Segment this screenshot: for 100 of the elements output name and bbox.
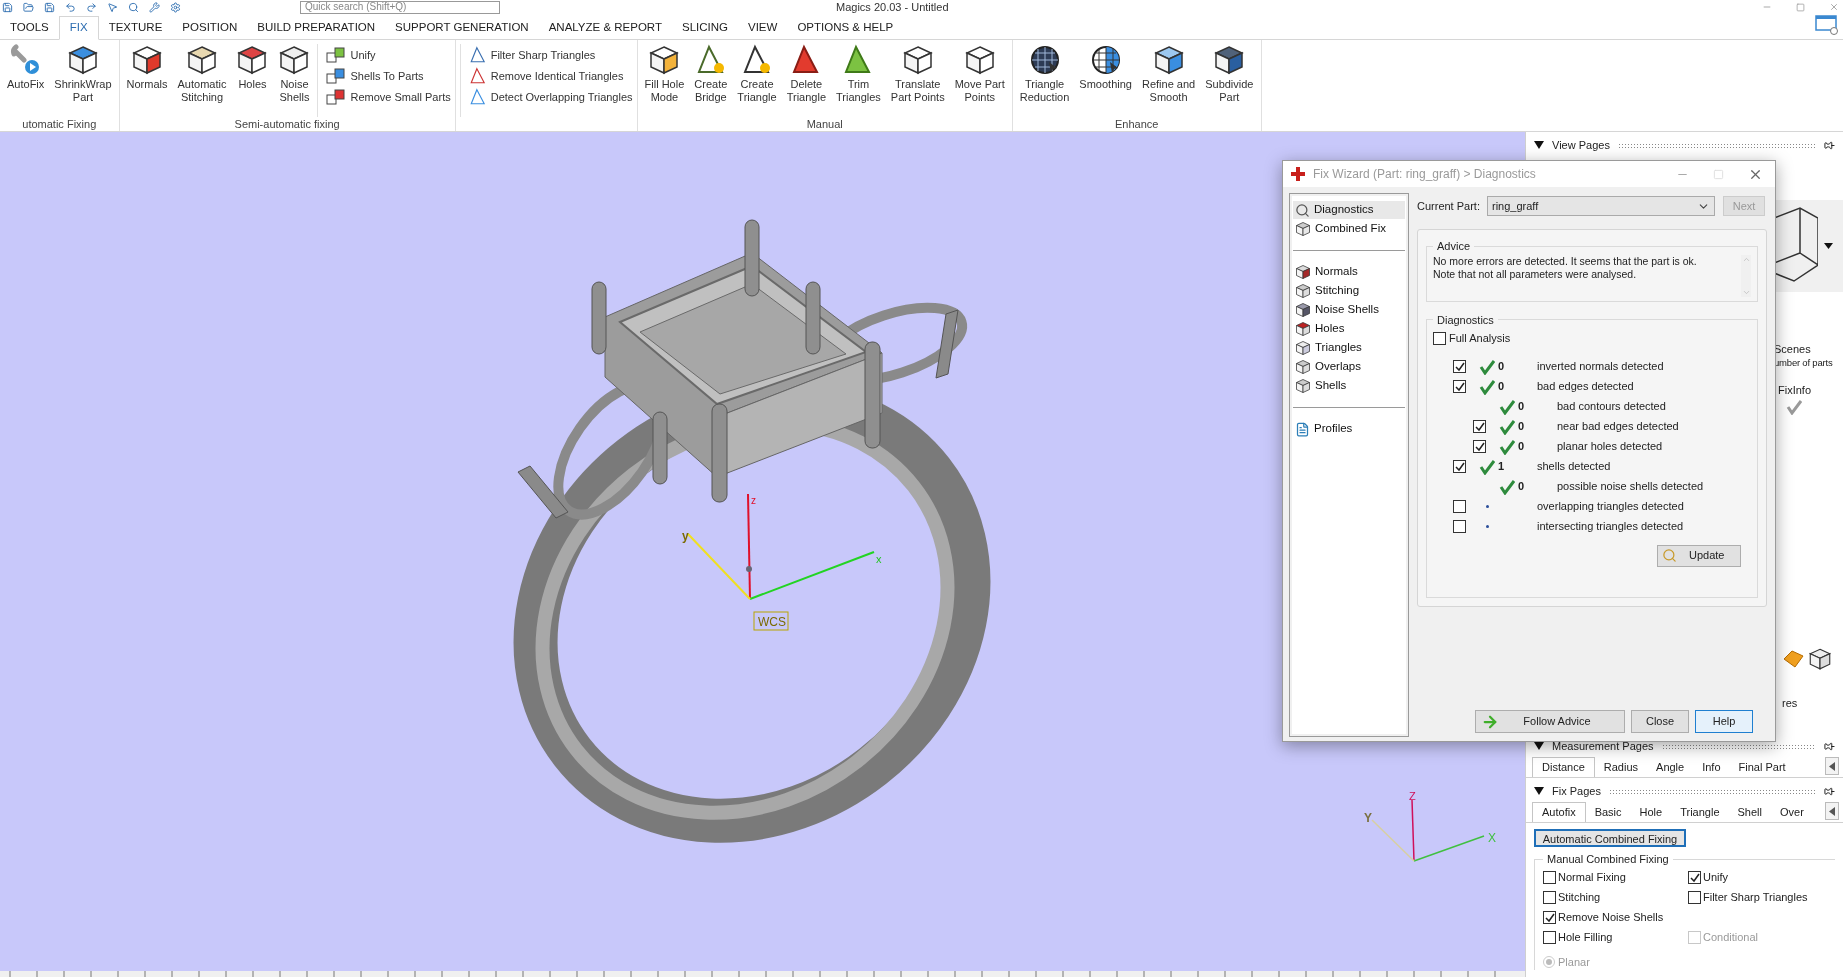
panel-tab[interactable]: Autofix	[1532, 802, 1586, 822]
part-dropdown[interactable]: ring_graff	[1487, 196, 1715, 216]
collapse-triangle-icon[interactable]	[1534, 141, 1544, 149]
checkbox[interactable]	[1688, 871, 1701, 884]
ribbon-tab[interactable]: TOOLS	[0, 16, 59, 40]
ribbon-small-button[interactable]: Remove Small Parts	[326, 88, 451, 106]
ribbon-button[interactable]: Translate Part Points	[887, 44, 948, 117]
ribbon-button[interactable]: AutoFix	[4, 44, 48, 117]
toolbar-icon[interactable]	[149, 1, 160, 13]
toolbar-icon[interactable]	[107, 1, 118, 13]
ribbon-button[interactable]: Refine and Smooth	[1138, 44, 1199, 117]
update-button[interactable]: Update	[1657, 544, 1741, 567]
tab-scroll-button[interactable]	[1825, 757, 1839, 775]
ribbon-button[interactable]: Delete Triangle	[783, 44, 829, 117]
toolbar-icon[interactable]	[170, 1, 181, 13]
checkbox[interactable]	[1453, 500, 1466, 513]
collapse-triangle-icon[interactable]	[1534, 787, 1544, 795]
ribbon-tab[interactable]: POSITION	[172, 16, 248, 40]
toolbar-icon[interactable]	[86, 1, 97, 13]
toolbar-icon[interactable]	[2, 1, 13, 13]
wizard-nav-item[interactable]: Diagnostics	[1293, 201, 1405, 219]
diagnostic-label: bad edges detected	[1537, 379, 1634, 395]
wizard-nav-item[interactable]: Triangles	[1293, 339, 1405, 357]
automatic-fixing-button[interactable]: Automatic Combined Fixing	[1534, 829, 1686, 847]
wizard-nav-item[interactable]: Normals	[1293, 263, 1405, 281]
panel-tab[interactable]: Info	[1693, 757, 1730, 777]
panel-header[interactable]: View Pages	[1526, 135, 1843, 155]
collapse-triangle-icon[interactable]	[1534, 742, 1544, 750]
ribbon-tab[interactable]: VIEW	[738, 16, 788, 40]
checkbox[interactable]	[1543, 911, 1556, 924]
checkbox[interactable]	[1688, 891, 1701, 904]
ribbon-tab[interactable]: BUILD PREPARATION	[247, 16, 386, 40]
ribbon-tab[interactable]: SUPPORT GENERATION	[385, 16, 539, 40]
ribbon-button[interactable]: Create Triangle	[734, 44, 780, 117]
toolbar-icon[interactable]	[44, 1, 55, 13]
checkbox[interactable]	[1473, 420, 1486, 433]
ribbon-button[interactable]: Smoothing	[1076, 44, 1135, 117]
dialog-button[interactable]: Close	[1631, 710, 1689, 733]
ribbon-tab[interactable]: FIX	[58, 16, 99, 40]
wizard-nav-item[interactable]: Combined Fix	[1293, 220, 1405, 238]
checkbox[interactable]	[1453, 380, 1466, 393]
tab-scroll-button[interactable]	[1825, 802, 1839, 820]
ribbon-button[interactable]: Holes	[233, 44, 272, 117]
wizard-nav-item[interactable]: Overlaps	[1293, 358, 1405, 376]
ribbon-small-button[interactable]: Filter Sharp Triangles	[468, 46, 633, 64]
checkbox[interactable]	[1543, 871, 1556, 884]
wizard-nav-item[interactable]: Noise Shells	[1293, 301, 1405, 319]
wizard-nav-item[interactable]: Holes	[1293, 320, 1405, 338]
pin-icon[interactable]	[1824, 139, 1835, 151]
wizard-nav-item[interactable]: Profiles	[1293, 420, 1405, 438]
ribbon-tab[interactable]: SLICING	[672, 16, 738, 40]
wizard-nav-item[interactable]: Stitching	[1293, 282, 1405, 300]
dialog-button[interactable]: Follow Advice	[1475, 710, 1625, 733]
ribbon-button[interactable]: Create Bridge	[691, 44, 731, 117]
pin-icon[interactable]	[1824, 740, 1835, 752]
checkbox[interactable]	[1453, 520, 1466, 533]
checkbox[interactable]	[1473, 440, 1486, 453]
ribbon-button[interactable]: Subdivide Part	[1202, 44, 1257, 117]
ribbon-small-button[interactable]: Shells To Parts	[326, 67, 451, 85]
ribbon-tab[interactable]: ANALYZE & REPORT	[538, 16, 672, 40]
panel-tab[interactable]: Distance	[1532, 757, 1595, 777]
panel-header[interactable]: Measurement Pages	[1526, 736, 1843, 756]
pin-icon[interactable]	[1824, 785, 1835, 797]
panel-tab[interactable]: Triangle	[1671, 802, 1729, 822]
quick-search-field[interactable]: Quick search (Shift+Q)	[300, 0, 500, 14]
panel-tab[interactable]: Basic	[1585, 802, 1631, 822]
toolbar-icon[interactable]	[128, 1, 139, 13]
ribbon-button[interactable]: ShrinkWrap Part	[51, 44, 115, 117]
ribbon-button[interactable]: Fill Hole Mode	[641, 44, 688, 117]
ribbon-button[interactable]: Trim Triangles	[833, 44, 884, 117]
toolbar-icon[interactable]	[65, 1, 76, 13]
ribbon-tab[interactable]: TEXTURE	[98, 16, 173, 40]
dropdown-arrow-icon[interactable]	[1824, 243, 1833, 249]
checkbox[interactable]	[1453, 460, 1466, 473]
panel-tab[interactable]: Shell	[1728, 802, 1771, 822]
dialog-button[interactable]: Help	[1695, 710, 1753, 733]
wizard-nav-item[interactable]: Shells	[1293, 377, 1405, 395]
ribbon-button[interactable]: Triangle Reduction	[1016, 44, 1073, 117]
tag-icon[interactable]	[1782, 649, 1804, 668]
panel-tab[interactable]: Hole	[1630, 802, 1672, 822]
left-triangle-icon	[1829, 806, 1835, 816]
checkbox[interactable]	[1543, 931, 1556, 944]
ribbon-small-button[interactable]: Unify	[326, 46, 451, 64]
ribbon-button[interactable]: Normals	[123, 44, 171, 117]
ribbon-button[interactable]: Automatic Stitching	[174, 44, 230, 117]
ribbon-button[interactable]: Move Part Points	[951, 44, 1008, 117]
panel-tab[interactable]: Final Part	[1729, 757, 1795, 777]
ribbon-button[interactable]: Noise Shells	[275, 44, 314, 117]
ribbon-small-button[interactable]: Remove Identical Triangles	[468, 67, 633, 85]
checkbox[interactable]	[1453, 360, 1466, 373]
window-settings-icon[interactable]	[1815, 15, 1839, 35]
panel-tab[interactable]: Over	[1771, 802, 1813, 822]
ribbon-small-button[interactable]: Detect Overlapping Triangles	[468, 88, 633, 106]
toolbar-icon[interactable]	[23, 1, 34, 13]
panel-tab[interactable]: Angle	[1647, 757, 1694, 777]
checkbox[interactable]	[1433, 331, 1446, 345]
panel-header[interactable]: Fix Pages	[1526, 781, 1843, 801]
ribbon-tab[interactable]: OPTIONS & HELP	[787, 16, 904, 40]
panel-tab[interactable]: Radius	[1594, 757, 1648, 777]
checkbox[interactable]	[1543, 891, 1556, 904]
